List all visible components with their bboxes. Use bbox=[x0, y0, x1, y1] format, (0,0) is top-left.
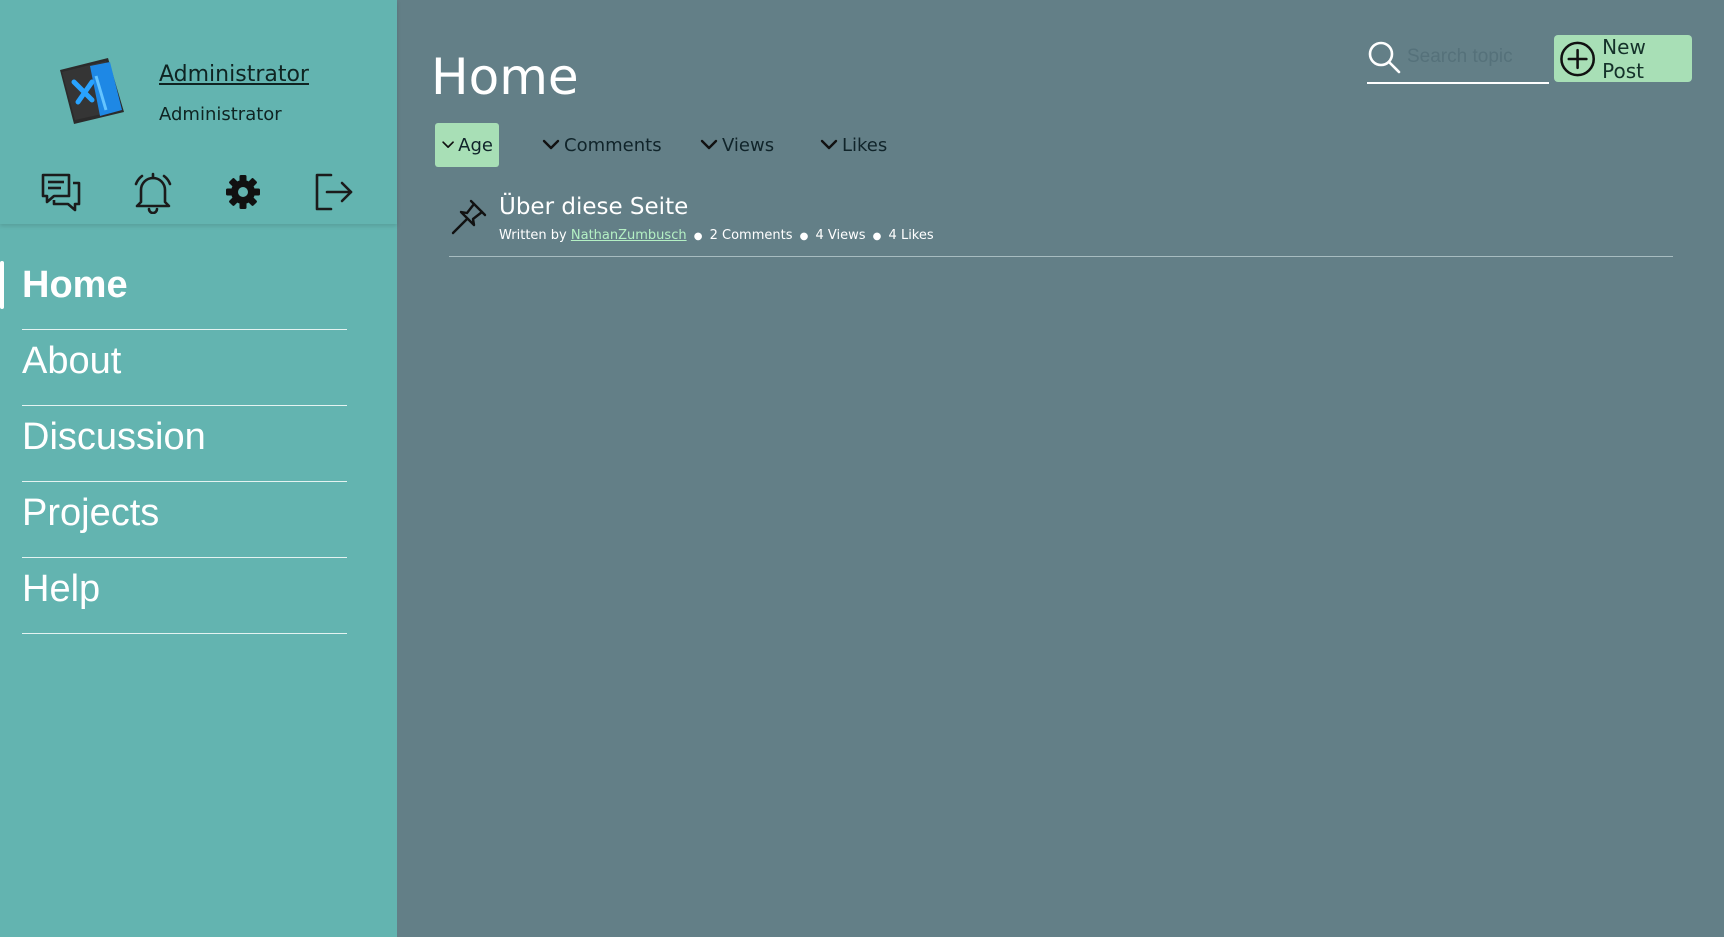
nav-item-label: Home bbox=[22, 264, 128, 306]
bell-icon[interactable] bbox=[131, 170, 175, 214]
sort-label: Likes bbox=[842, 134, 888, 156]
search-box bbox=[1367, 36, 1549, 84]
like-count: 4 Likes bbox=[888, 228, 934, 243]
written-by-label: Written by bbox=[499, 228, 567, 243]
chevron-down-icon bbox=[542, 139, 560, 150]
pin-icon bbox=[451, 199, 487, 235]
main-nav: Home About Discussion Projects Help bbox=[0, 254, 397, 634]
nav-item-discussion[interactable]: Discussion bbox=[0, 406, 397, 482]
sort-likes-button[interactable]: Likes bbox=[813, 123, 893, 167]
author-link[interactable]: NathanZumbusch bbox=[571, 228, 687, 243]
nav-divider bbox=[22, 633, 347, 634]
sort-label: Comments bbox=[564, 134, 662, 156]
profile-panel: Administrator Administrator bbox=[0, 0, 397, 224]
main-content: Home New Post Age Comments bbox=[397, 0, 1724, 937]
search-input[interactable] bbox=[1407, 42, 1545, 72]
view-count: 4 Views bbox=[815, 228, 866, 243]
topic-title[interactable]: Über diese Seite bbox=[499, 194, 688, 220]
comment-count: 2 Comments bbox=[709, 228, 793, 243]
sort-age-button[interactable]: Age bbox=[435, 123, 499, 167]
logout-icon[interactable] bbox=[311, 170, 355, 214]
nav-item-label: Discussion bbox=[22, 416, 206, 458]
sort-label: Age bbox=[458, 134, 493, 156]
sort-comments-button[interactable]: Comments bbox=[535, 123, 668, 167]
profile-name-link[interactable]: Administrator bbox=[159, 62, 309, 87]
gear-icon[interactable] bbox=[221, 170, 265, 214]
nav-item-help[interactable]: Help bbox=[0, 558, 397, 634]
topic-meta: Written by NathanZumbusch ● 2 Comments ●… bbox=[499, 228, 934, 243]
nav-item-projects[interactable]: Projects bbox=[0, 482, 397, 558]
topic-list: Über diese Seite Written by NathanZumbus… bbox=[449, 190, 1673, 257]
nav-item-label: Help bbox=[22, 568, 101, 610]
separator-dot: ● bbox=[799, 231, 809, 242]
separator-dot: ● bbox=[872, 231, 882, 242]
plus-circle-icon bbox=[1560, 41, 1595, 76]
nav-item-label: Projects bbox=[22, 492, 160, 534]
active-indicator bbox=[0, 261, 4, 309]
chevron-down-icon bbox=[700, 139, 718, 150]
sort-views-button[interactable]: Views bbox=[693, 123, 780, 167]
app-logo-icon bbox=[60, 58, 124, 124]
messages-icon[interactable] bbox=[39, 170, 83, 214]
nav-item-about[interactable]: About bbox=[0, 330, 397, 406]
chevron-down-icon bbox=[820, 139, 838, 150]
new-post-button[interactable]: New Post bbox=[1554, 34, 1692, 83]
sort-label: Views bbox=[722, 134, 775, 156]
app-window: Administrator Administrator Home About D… bbox=[0, 0, 1724, 937]
nav-item-home[interactable]: Home bbox=[0, 254, 397, 330]
new-post-label: New Post bbox=[1602, 34, 1646, 83]
separator-dot: ● bbox=[693, 231, 703, 242]
search-icon bbox=[1368, 41, 1401, 74]
sidebar: Administrator Administrator Home About D… bbox=[0, 0, 397, 937]
nav-item-label: About bbox=[22, 340, 122, 382]
profile-role: Administrator bbox=[159, 104, 282, 125]
page-title: Home bbox=[431, 48, 579, 106]
chevron-down-icon bbox=[442, 141, 454, 148]
topic-row[interactable]: Über diese Seite Written by NathanZumbus… bbox=[449, 190, 1673, 257]
